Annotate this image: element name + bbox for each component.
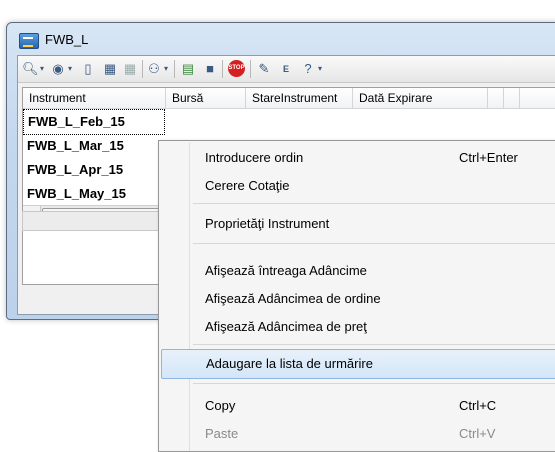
toolbar-separator bbox=[142, 60, 143, 78]
toolbar-separator bbox=[222, 60, 223, 78]
menu-item-label: Copy bbox=[205, 398, 236, 413]
menu-item-afiseaza-intreaga-adancime[interactable]: Afişează întreaga Adâncime bbox=[161, 257, 555, 285]
menu-item-cerere-cotatie[interactable]: Cerere Cotaţie bbox=[161, 172, 555, 200]
menu-item-label: Cerere Cotaţie bbox=[205, 178, 290, 193]
document-icon[interactable]: ▯ bbox=[80, 60, 96, 78]
column-header-bursa[interactable]: Bursă bbox=[166, 88, 246, 108]
menu-item-afiseaza-adancimea-de-pret[interactable]: Afişează Adâncimea de preţ bbox=[161, 313, 555, 341]
help-icon[interactable]: ? bbox=[300, 60, 316, 78]
menu-item-shortcut: Ctrl+Enter bbox=[459, 150, 518, 165]
chevron-down-icon[interactable]: ▾ bbox=[38, 60, 46, 78]
menu-separator bbox=[193, 243, 555, 244]
chevron-down-icon[interactable]: ▾ bbox=[316, 60, 324, 78]
search-icon[interactable]: 🔍︎ bbox=[22, 60, 39, 78]
column-header-empty bbox=[488, 88, 504, 108]
e-icon[interactable]: E bbox=[278, 60, 294, 78]
menu-item-label: Adaugare la lista de urmărire bbox=[206, 356, 373, 371]
menu-item-label: Proprietăţi Instrument bbox=[205, 216, 330, 231]
title-bar[interactable]: FWB_L bbox=[7, 23, 555, 55]
menu-item-introducere-ordin[interactable]: Introducere ordin Ctrl+Enter bbox=[161, 144, 555, 172]
app-icon bbox=[19, 33, 39, 49]
menu-item-label: Afişează Adâncimea de preţ bbox=[205, 319, 367, 334]
column-header-empty bbox=[504, 88, 520, 108]
grid-header: Instrument Bursă StareInstrument Dată Ex… bbox=[23, 88, 555, 109]
stop-icon[interactable]: STOP bbox=[228, 60, 245, 77]
menu-item-proprietati-instrument[interactable]: Proprietăţi Instrument bbox=[161, 210, 555, 238]
menu-separator bbox=[193, 383, 555, 384]
binoculars-icon[interactable]: ⚇ bbox=[146, 60, 162, 78]
menu-item-copy[interactable]: Copy Ctrl+C bbox=[161, 392, 555, 420]
menu-item-afiseaza-adancimea-de-ordine[interactable]: Afişează Adâncimea de ordine bbox=[161, 285, 555, 313]
toolbar-separator bbox=[174, 60, 175, 78]
table-row[interactable]: FWB_L_Apr_15 bbox=[23, 158, 123, 182]
toolbar-separator bbox=[250, 60, 251, 78]
toolbar: 🔍︎ ▾ ◉ ▾ ▯ ▦ ▦ ⚇ ▾ ▤ ■ STOP ✎ E ? ▾ bbox=[18, 56, 555, 83]
eye-icon[interactable]: ◉ bbox=[50, 60, 66, 78]
context-menu: Introducere ordin Ctrl+Enter Cerere Cota… bbox=[158, 140, 555, 452]
menu-item-label: Afişează Adâncimea de ordine bbox=[205, 291, 381, 306]
column-header-stare-instrument[interactable]: StareInstrument bbox=[246, 88, 353, 108]
menu-separator bbox=[193, 203, 555, 204]
window-title: FWB_L bbox=[45, 32, 89, 47]
menu-item-adaugare-lista-urmarire[interactable]: Adaugare la lista de urmărire bbox=[161, 349, 555, 379]
chevron-down-icon[interactable]: ▾ bbox=[66, 60, 74, 78]
table-row[interactable]: FWB_L_Feb_15 bbox=[23, 109, 165, 135]
chevron-down-icon[interactable]: ▾ bbox=[162, 60, 170, 78]
menu-item-shortcut: Ctrl+C bbox=[459, 398, 497, 413]
table-row[interactable]: FWB_L_Mar_15 bbox=[23, 134, 124, 158]
edit-icon[interactable]: ✎ bbox=[256, 60, 272, 78]
message-icon[interactable]: ■ bbox=[202, 60, 218, 78]
table-icon[interactable]: ▦ bbox=[122, 60, 138, 78]
chart-icon[interactable]: ▤ bbox=[180, 60, 196, 78]
table-icon[interactable]: ▦ bbox=[102, 60, 118, 78]
column-header-data-expirare[interactable]: Dată Expirare bbox=[353, 88, 488, 108]
menu-separator bbox=[193, 344, 555, 345]
menu-item-label: Afişează întreaga Adâncime bbox=[205, 263, 367, 278]
table-row[interactable]: FWB_L_May_15 bbox=[23, 182, 126, 206]
menu-item-label: Introducere ordin bbox=[205, 150, 304, 165]
column-header-instrument[interactable]: Instrument bbox=[23, 88, 166, 108]
